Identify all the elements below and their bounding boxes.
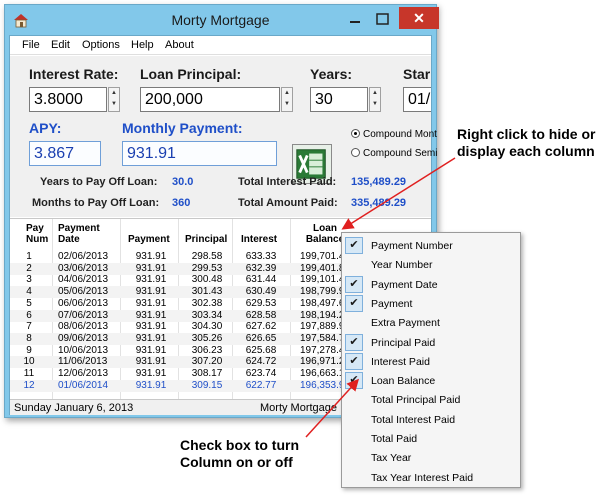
screenshot-stage: Morty Mortgage ✕ File Edit Options Help …: [0, 0, 609, 497]
annotation-arrows: [305, 157, 456, 438]
check-box-arrow: [305, 378, 360, 438]
right-click-arrow: [341, 157, 456, 230]
check-box-annotation: Check box to turn Column on or off: [180, 437, 300, 470]
right-click-annotation: Right click to hide or display each colu…: [457, 126, 596, 159]
